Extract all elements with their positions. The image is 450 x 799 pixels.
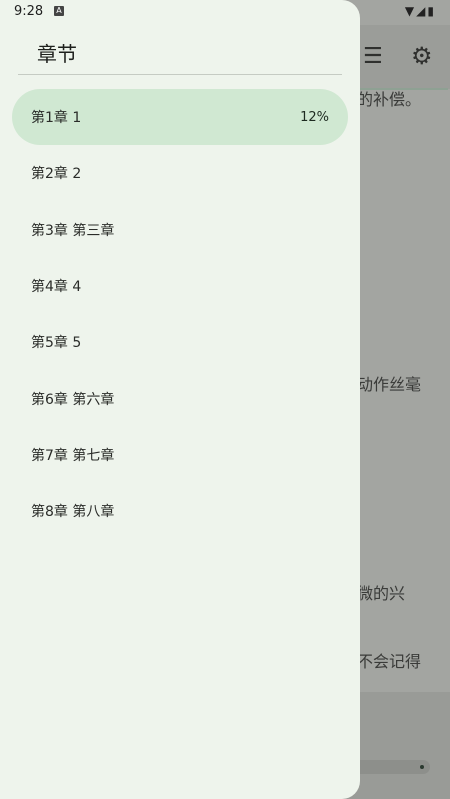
chapter-item-8[interactable]: 第8章 第八章 [12, 483, 348, 539]
chapter-label: 第1章 1 [31, 110, 82, 127]
gear-icon[interactable]: ⚙ [411, 44, 433, 68]
chapter-item-4[interactable]: 第4章 4 [12, 258, 348, 314]
reader-text-fragment: 的补偿。 [357, 90, 422, 109]
chapter-item-3[interactable]: 第3章 第三章 [12, 202, 348, 258]
wifi-icon: ▼ [404, 4, 417, 18]
notification-icon: A [54, 6, 64, 16]
chapter-label: 第4章 4 [31, 279, 82, 296]
chapter-item-1[interactable]: 第1章 1 12% [12, 89, 348, 146]
chapter-item-5[interactable]: 第5章 5 [12, 314, 348, 370]
chapter-list: 第1章 1 12% 第2章 2 第3章 第三章 第4章 4 第5章 5 第6章 … [12, 89, 348, 539]
chapter-progress: 12% [300, 109, 329, 125]
reader-text-fragment: 动作丝毫 [357, 375, 422, 394]
chapter-item-6[interactable]: 第6章 第六章 [12, 370, 348, 426]
status-time: 9:28 [14, 4, 44, 19]
menu-icon[interactable]: ☰ [363, 46, 383, 68]
chapter-label: 第7章 第七章 [31, 447, 115, 464]
chapter-label: 第6章 第六章 [31, 391, 115, 408]
chapter-item-2[interactable]: 第2章 2 [12, 145, 348, 201]
reader-slider-thumb[interactable] [420, 765, 424, 769]
chapter-label: 第8章 第八章 [31, 504, 115, 521]
chapter-label: 第3章 第三章 [31, 222, 115, 239]
status-icons: ▼◢▮ [405, 4, 436, 18]
chapter-item-7[interactable]: 第7章 第七章 [12, 427, 348, 483]
chapter-label: 第2章 2 [31, 166, 82, 183]
drawer-title: 章节 [37, 42, 77, 66]
reader-text-fragment: 不会记得 [357, 652, 422, 671]
reader-page-slider[interactable] [350, 760, 430, 774]
chapter-drawer: 章节 第1章 1 12% 第2章 2 第3章 第三章 第4章 4 第5章 5 第… [0, 0, 360, 799]
chapter-label: 第5章 5 [31, 335, 82, 352]
signal-icon: ◢ [416, 4, 428, 18]
divider [18, 74, 342, 75]
battery-icon: ▮ [427, 4, 436, 18]
reader-text-fragment: 微的兴 [357, 584, 406, 603]
